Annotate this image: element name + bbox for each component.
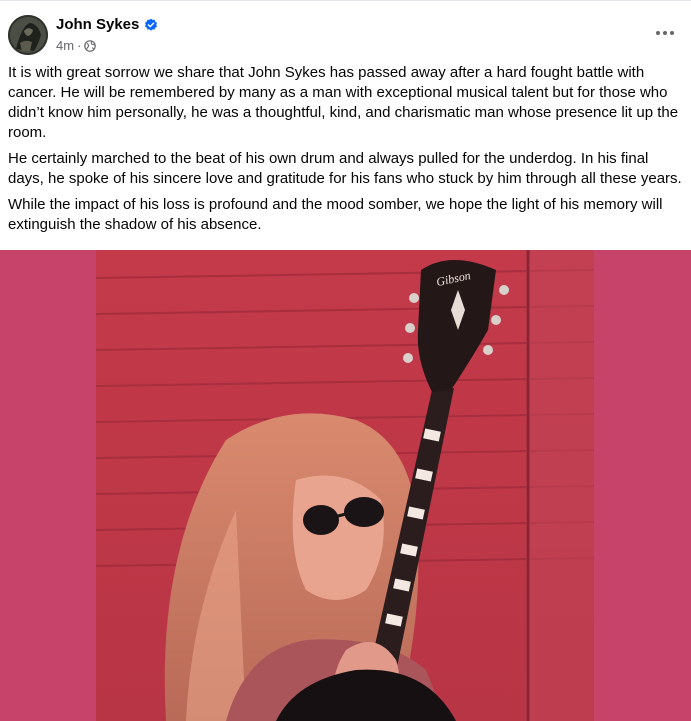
post-meta: 4m · [56,38,97,53]
avatar-image [8,15,48,55]
globe-icon[interactable] [84,39,97,52]
author-avatar[interactable] [8,15,48,55]
post-photo-container[interactable]: Gibson [0,250,691,721]
post-text: It is with great sorrow we share that Jo… [8,63,684,241]
post-header: John Sykes 4m · [0,1,691,61]
verified-badge-icon [145,18,158,31]
post-paragraph-2: He certainly marched to the beat of his … [8,150,682,187]
guitarist-photo: Gibson [96,250,594,721]
post-photo[interactable]: Gibson [96,250,594,721]
author-name[interactable]: John Sykes [56,16,139,33]
post-paragraph-3: While the impact of his loss is profound… [8,196,663,233]
post-timestamp[interactable]: 4m [56,38,74,53]
meta-separator: · [77,38,82,53]
author-line: John Sykes [56,16,158,33]
post-paragraph-1: It is with great sorrow we share that Jo… [8,64,679,141]
facebook-post: John Sykes 4m · It is with great sorrow … [0,0,691,721]
more-options-icon [656,31,674,35]
more-options-button[interactable] [653,23,677,43]
